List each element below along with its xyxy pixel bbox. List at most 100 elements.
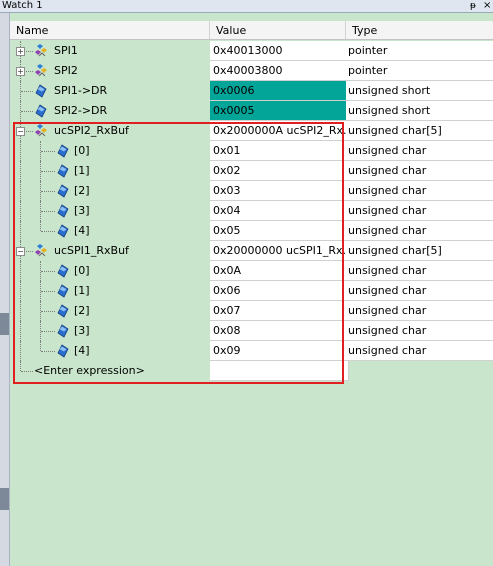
- watch-row[interactable]: [4] 0x09 unsigned char: [10, 341, 493, 361]
- collapse-icon[interactable]: −: [16, 127, 25, 136]
- value-cell[interactable]: 0x09: [210, 341, 349, 361]
- value-cell[interactable]: 0x40013000: [210, 41, 349, 61]
- watch-item-name: [1]: [74, 284, 90, 297]
- value-cell[interactable]: 0x03: [210, 181, 349, 201]
- watch-item-name: ucSPI2_RxBuf: [54, 124, 129, 137]
- name-cell[interactable]: [3]: [10, 201, 209, 221]
- enter-expression-value-field[interactable]: [210, 361, 349, 381]
- type-cell: unsigned char[5]: [346, 121, 493, 141]
- name-cell[interactable]: [0]: [10, 141, 209, 161]
- tree-line: [41, 291, 55, 292]
- watch-row[interactable]: [2] 0x07 unsigned char: [10, 301, 493, 321]
- value-cell[interactable]: 0x04: [210, 201, 349, 221]
- left-dock-strip: [0, 13, 10, 566]
- watch-row[interactable]: − ucSPI1_RxBuf 0x20000000 ucSPI1_Rx... unsi…: [10, 241, 493, 261]
- name-cell[interactable]: [0]: [10, 261, 209, 281]
- name-cell[interactable]: <Enter expression>: [10, 361, 209, 381]
- watch-row[interactable]: [1] 0x06 unsigned char: [10, 281, 493, 301]
- tree-line: [41, 171, 55, 172]
- type-cell: unsigned char: [346, 321, 493, 341]
- name-cell[interactable]: [4]: [10, 341, 209, 361]
- pin-icon[interactable]: ᵽ: [470, 0, 476, 12]
- close-icon[interactable]: ×: [483, 0, 491, 12]
- watch-row[interactable]: SPI1->DR 0x0006 unsigned short: [10, 81, 493, 101]
- watch-row[interactable]: + SPI2 0x40003800 pointer: [10, 61, 493, 81]
- tree-line: [40, 221, 41, 231]
- type-cell: unsigned char: [346, 201, 493, 221]
- tree-line: [41, 231, 55, 232]
- type-cell: unsigned short: [346, 101, 493, 121]
- watch-row[interactable]: SPI2->DR 0x0005 unsigned short: [10, 101, 493, 121]
- value-cell[interactable]: 0x06: [210, 281, 349, 301]
- variable-icon: [56, 144, 70, 158]
- watch-item-name: [0]: [74, 264, 90, 277]
- type-cell: unsigned char: [346, 161, 493, 181]
- name-cell[interactable]: [1]: [10, 161, 209, 181]
- enter-expression-label[interactable]: <Enter expression>: [34, 361, 145, 380]
- variable-icon: [56, 284, 70, 298]
- watch-row[interactable]: − ucSPI2_RxBuf 0x2000000A ucSPI2_Rx... unsi…: [10, 121, 493, 141]
- expand-icon[interactable]: +: [16, 67, 25, 76]
- name-cell[interactable]: [2]: [10, 301, 209, 321]
- value-cell[interactable]: 0x01: [210, 141, 349, 161]
- name-cell[interactable]: [4]: [10, 221, 209, 241]
- watch-item-name: SPI1: [54, 44, 78, 57]
- variable-icon: [56, 264, 70, 278]
- variable-icon: [56, 204, 70, 218]
- name-cell[interactable]: SPI2->DR: [10, 101, 209, 121]
- struct-icon: [34, 64, 48, 78]
- value-cell[interactable]: 0x0A: [210, 261, 349, 281]
- name-cell[interactable]: + SPI2: [10, 61, 209, 81]
- watch-item-name: [4]: [74, 344, 90, 357]
- value-cell[interactable]: 0x2000000A ucSPI2_Rx...: [210, 121, 349, 141]
- tree-line: [20, 261, 21, 281]
- name-cell[interactable]: [1]: [10, 281, 209, 301]
- value-cell[interactable]: 0x02: [210, 161, 349, 181]
- dock-strip-marker: [0, 488, 9, 510]
- tree-line: [20, 141, 21, 161]
- name-cell[interactable]: − ucSPI2_RxBuf: [10, 121, 209, 141]
- type-cell: unsigned char: [346, 141, 493, 161]
- column-header-name[interactable]: Name: [10, 21, 210, 40]
- name-cell[interactable]: SPI1->DR: [10, 81, 209, 101]
- tree-line: [20, 361, 21, 371]
- variable-icon: [56, 164, 70, 178]
- type-cell: unsigned char[5]: [346, 241, 493, 261]
- variable-icon: [56, 184, 70, 198]
- value-cell[interactable]: 0x20000000 ucSPI1_Rx...: [210, 241, 349, 261]
- value-cell[interactable]: 0x08: [210, 321, 349, 341]
- tree-line: [21, 111, 33, 112]
- tree-line: [20, 321, 21, 341]
- value-cell[interactable]: 0x0005: [210, 101, 349, 121]
- watch-row[interactable]: [0] 0x01 unsigned char: [10, 141, 493, 161]
- watch-row[interactable]: [4] 0x05 unsigned char: [10, 221, 493, 241]
- type-cell: pointer: [346, 61, 493, 81]
- watch-row[interactable]: [2] 0x03 unsigned char: [10, 181, 493, 201]
- tree-line: [20, 341, 21, 361]
- value-cell[interactable]: 0x40003800: [210, 61, 349, 81]
- tree-line: [41, 311, 55, 312]
- expand-icon[interactable]: +: [16, 47, 25, 56]
- column-header-type[interactable]: Type: [346, 21, 493, 40]
- name-cell[interactable]: + SPI1: [10, 41, 209, 61]
- watch-row[interactable]: [1] 0x02 unsigned char: [10, 161, 493, 181]
- tree-line: [21, 91, 33, 92]
- column-header-value[interactable]: Value: [210, 21, 346, 40]
- tree-line: [20, 281, 21, 301]
- name-cell[interactable]: − ucSPI1_RxBuf: [10, 241, 209, 261]
- tree-line: [20, 201, 21, 221]
- name-cell[interactable]: [2]: [10, 181, 209, 201]
- watch-row[interactable]: [0] 0x0A unsigned char: [10, 261, 493, 281]
- watch-row[interactable]: + SPI1 0x40013000 pointer: [10, 41, 493, 61]
- collapse-icon[interactable]: −: [16, 247, 25, 256]
- value-cell[interactable]: 0x05: [210, 221, 349, 241]
- value-cell[interactable]: 0x07: [210, 301, 349, 321]
- watch-row[interactable]: [3] 0x08 unsigned char: [10, 321, 493, 341]
- tree-line: [20, 221, 21, 241]
- watch-row[interactable]: [3] 0x04 unsigned char: [10, 201, 493, 221]
- name-cell[interactable]: [3]: [10, 321, 209, 341]
- tree-line: [41, 331, 55, 332]
- value-cell[interactable]: 0x0006: [210, 81, 349, 101]
- enter-expression-row[interactable]: <Enter expression>: [10, 361, 493, 381]
- tree-line: [41, 271, 55, 272]
